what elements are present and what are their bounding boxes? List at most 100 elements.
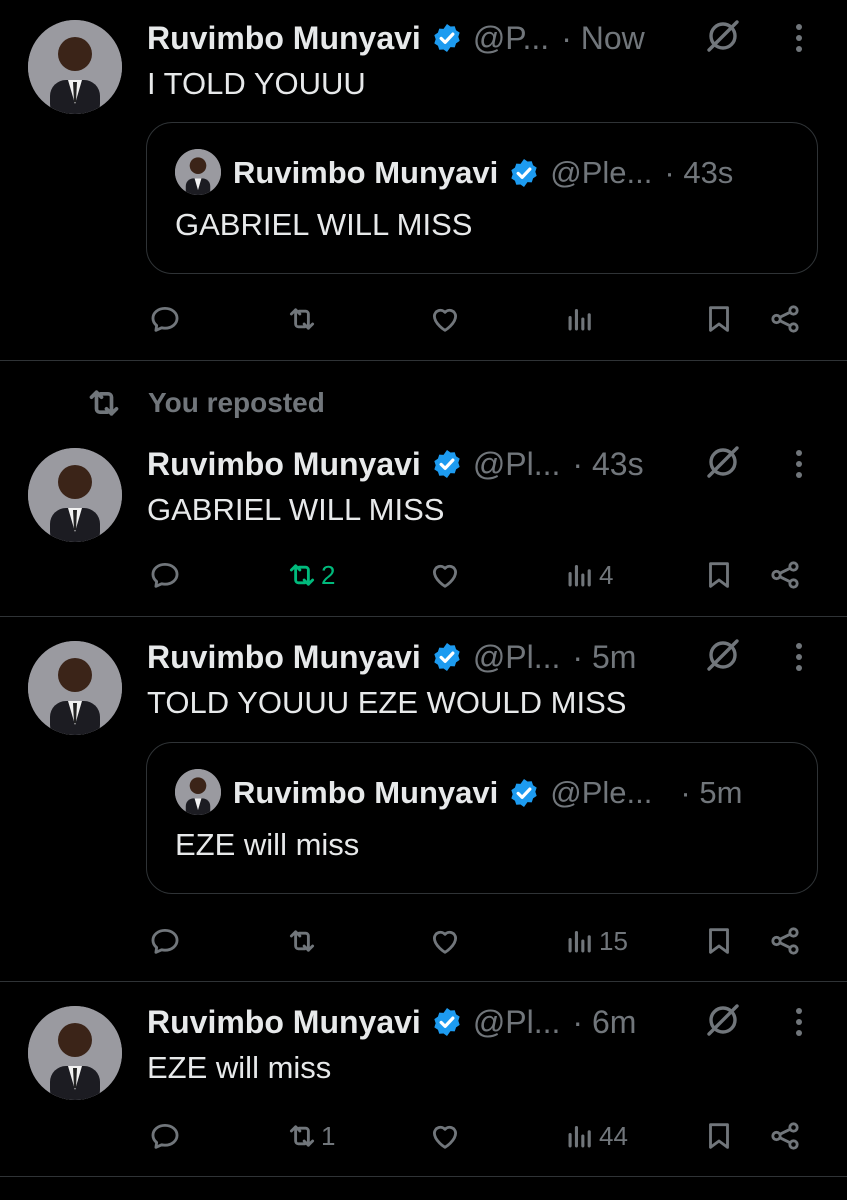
reply-button[interactable] — [148, 552, 182, 598]
reply-icon — [151, 562, 179, 588]
tweet-text: TOLD YOUUU EZE WOULD MISS — [147, 685, 627, 720]
share-button[interactable] — [768, 296, 802, 342]
repost-icon — [89, 390, 119, 416]
views-button[interactable]: 4 — [563, 552, 613, 598]
tweet-text: I TOLD YOUUU — [147, 66, 366, 101]
repost-count: 1 — [321, 1120, 336, 1151]
share-icon — [771, 561, 799, 589]
like-icon — [432, 308, 458, 332]
repost-context-label: You reposted — [148, 387, 325, 418]
timestamp[interactable]: · Now — [561, 20, 645, 57]
views-icon — [568, 1125, 591, 1148]
bookmark-icon — [709, 1123, 729, 1149]
author-name[interactable]: Ruvimbo Munyavi — [147, 1004, 421, 1041]
like-button[interactable] — [428, 296, 462, 342]
like-button[interactable] — [428, 918, 462, 964]
grok-icon[interactable] — [703, 442, 743, 482]
avatar — [175, 769, 221, 815]
share-icon — [771, 1122, 799, 1150]
action-bar — [0, 296, 847, 342]
bookmark-button[interactable] — [702, 1113, 736, 1159]
verified-badge-icon — [434, 643, 460, 671]
quoted-tweet[interactable]: Ruvimbo Munyavi @Ple... · 43s GABRIEL WI… — [146, 122, 818, 274]
views-button[interactable] — [563, 296, 599, 342]
bookmark-icon — [709, 562, 729, 588]
tweet[interactable]: Ruvimbo Munyavi @Pl... · 6m EZE will mis… — [0, 982, 847, 1176]
avatar[interactable] — [28, 20, 122, 114]
tweet[interactable]: Ruvimbo Munyavi @Pl... · 5m TOLD YOUUU E… — [0, 617, 847, 982]
reply-button[interactable] — [148, 296, 182, 342]
avatar — [175, 149, 221, 195]
views-count: 4 — [599, 559, 614, 590]
action-bar: 1 44 — [0, 1113, 847, 1159]
share-button[interactable] — [768, 918, 802, 964]
reply-button[interactable] — [148, 1113, 182, 1159]
tweet[interactable]: Ruvimbo Munyavi @P... · Now I TOLD YOUUU… — [0, 0, 847, 361]
repost-icon — [289, 1125, 315, 1147]
verified-badge-icon — [434, 24, 460, 52]
repost-button[interactable]: 1 — [285, 1113, 335, 1159]
like-button[interactable] — [428, 552, 462, 598]
avatar[interactable] — [28, 1006, 122, 1100]
author-name[interactable]: Ruvimbo Munyavi — [147, 639, 421, 676]
views-count: 44 — [599, 1120, 628, 1151]
repost-button[interactable] — [285, 296, 321, 342]
views-button[interactable]: 44 — [563, 1113, 628, 1159]
share-icon — [771, 927, 799, 955]
more-icon[interactable] — [787, 444, 811, 484]
tweet[interactable]: Ruvimbo Munyavi @Pl... · 43s GABRIEL WIL… — [0, 430, 847, 617]
more-icon[interactable] — [787, 637, 811, 677]
verified-badge-icon — [434, 1008, 460, 1036]
repost-button[interactable] — [285, 918, 321, 964]
bookmark-icon — [709, 928, 729, 954]
quoted-tweet-text: GABRIEL WILL MISS — [175, 207, 473, 242]
bookmark-button[interactable] — [702, 296, 736, 342]
reply-button[interactable] — [148, 918, 182, 964]
avatar[interactable] — [28, 641, 122, 735]
quoted-author-name: Ruvimbo Munyavi — [233, 775, 499, 810]
action-bar: 15 — [0, 918, 847, 964]
bookmark-button[interactable] — [702, 918, 736, 964]
bookmark-button[interactable] — [702, 552, 736, 598]
reply-icon — [151, 306, 179, 332]
author-name[interactable]: Ruvimbo Munyavi — [147, 20, 421, 57]
quoted-timestamp: · 5m — [680, 775, 743, 810]
views-count: 15 — [599, 925, 628, 956]
grok-icon[interactable] — [703, 1000, 743, 1040]
timestamp[interactable]: · 6m — [572, 1004, 636, 1041]
repost-icon — [289, 930, 315, 952]
action-bar: 2 4 — [0, 552, 847, 598]
more-icon[interactable] — [787, 1002, 811, 1042]
repost-icon — [289, 564, 315, 586]
repost-button[interactable]: 2 — [285, 552, 335, 598]
views-icon — [568, 308, 591, 331]
author-handle[interactable]: @Pl... — [473, 446, 561, 483]
timestamp[interactable]: · 5m — [572, 639, 636, 676]
quoted-timestamp: · 43s — [664, 155, 734, 190]
repost-icon — [289, 308, 315, 330]
share-icon — [771, 305, 799, 333]
author-handle[interactable]: @Pl... — [473, 1004, 561, 1041]
grok-icon[interactable] — [703, 16, 743, 56]
verified-badge-icon — [511, 159, 537, 187]
like-button[interactable] — [428, 1113, 462, 1159]
share-button[interactable] — [768, 1113, 802, 1159]
quoted-tweet[interactable]: Ruvimbo Munyavi @Ple... · 5m EZE will mi… — [146, 742, 818, 894]
author-name[interactable]: Ruvimbo Munyavi — [147, 446, 421, 483]
share-button[interactable] — [768, 552, 802, 598]
tweet-text: EZE will miss — [147, 1050, 332, 1085]
timestamp[interactable]: · 43s — [572, 446, 643, 483]
author-handle[interactable]: @Pl... — [473, 639, 561, 676]
reply-icon — [151, 1123, 179, 1149]
divider — [0, 1176, 847, 1177]
views-icon — [568, 930, 591, 953]
avatar[interactable] — [28, 448, 122, 542]
views-button[interactable]: 15 — [563, 918, 628, 964]
like-icon — [432, 564, 458, 588]
quoted-author-handle: @Ple... — [550, 155, 653, 190]
like-icon — [432, 930, 458, 954]
author-handle[interactable]: @P... — [473, 20, 549, 57]
grok-icon[interactable] — [703, 635, 743, 675]
more-icon[interactable] — [787, 18, 811, 58]
like-icon — [432, 1125, 458, 1149]
